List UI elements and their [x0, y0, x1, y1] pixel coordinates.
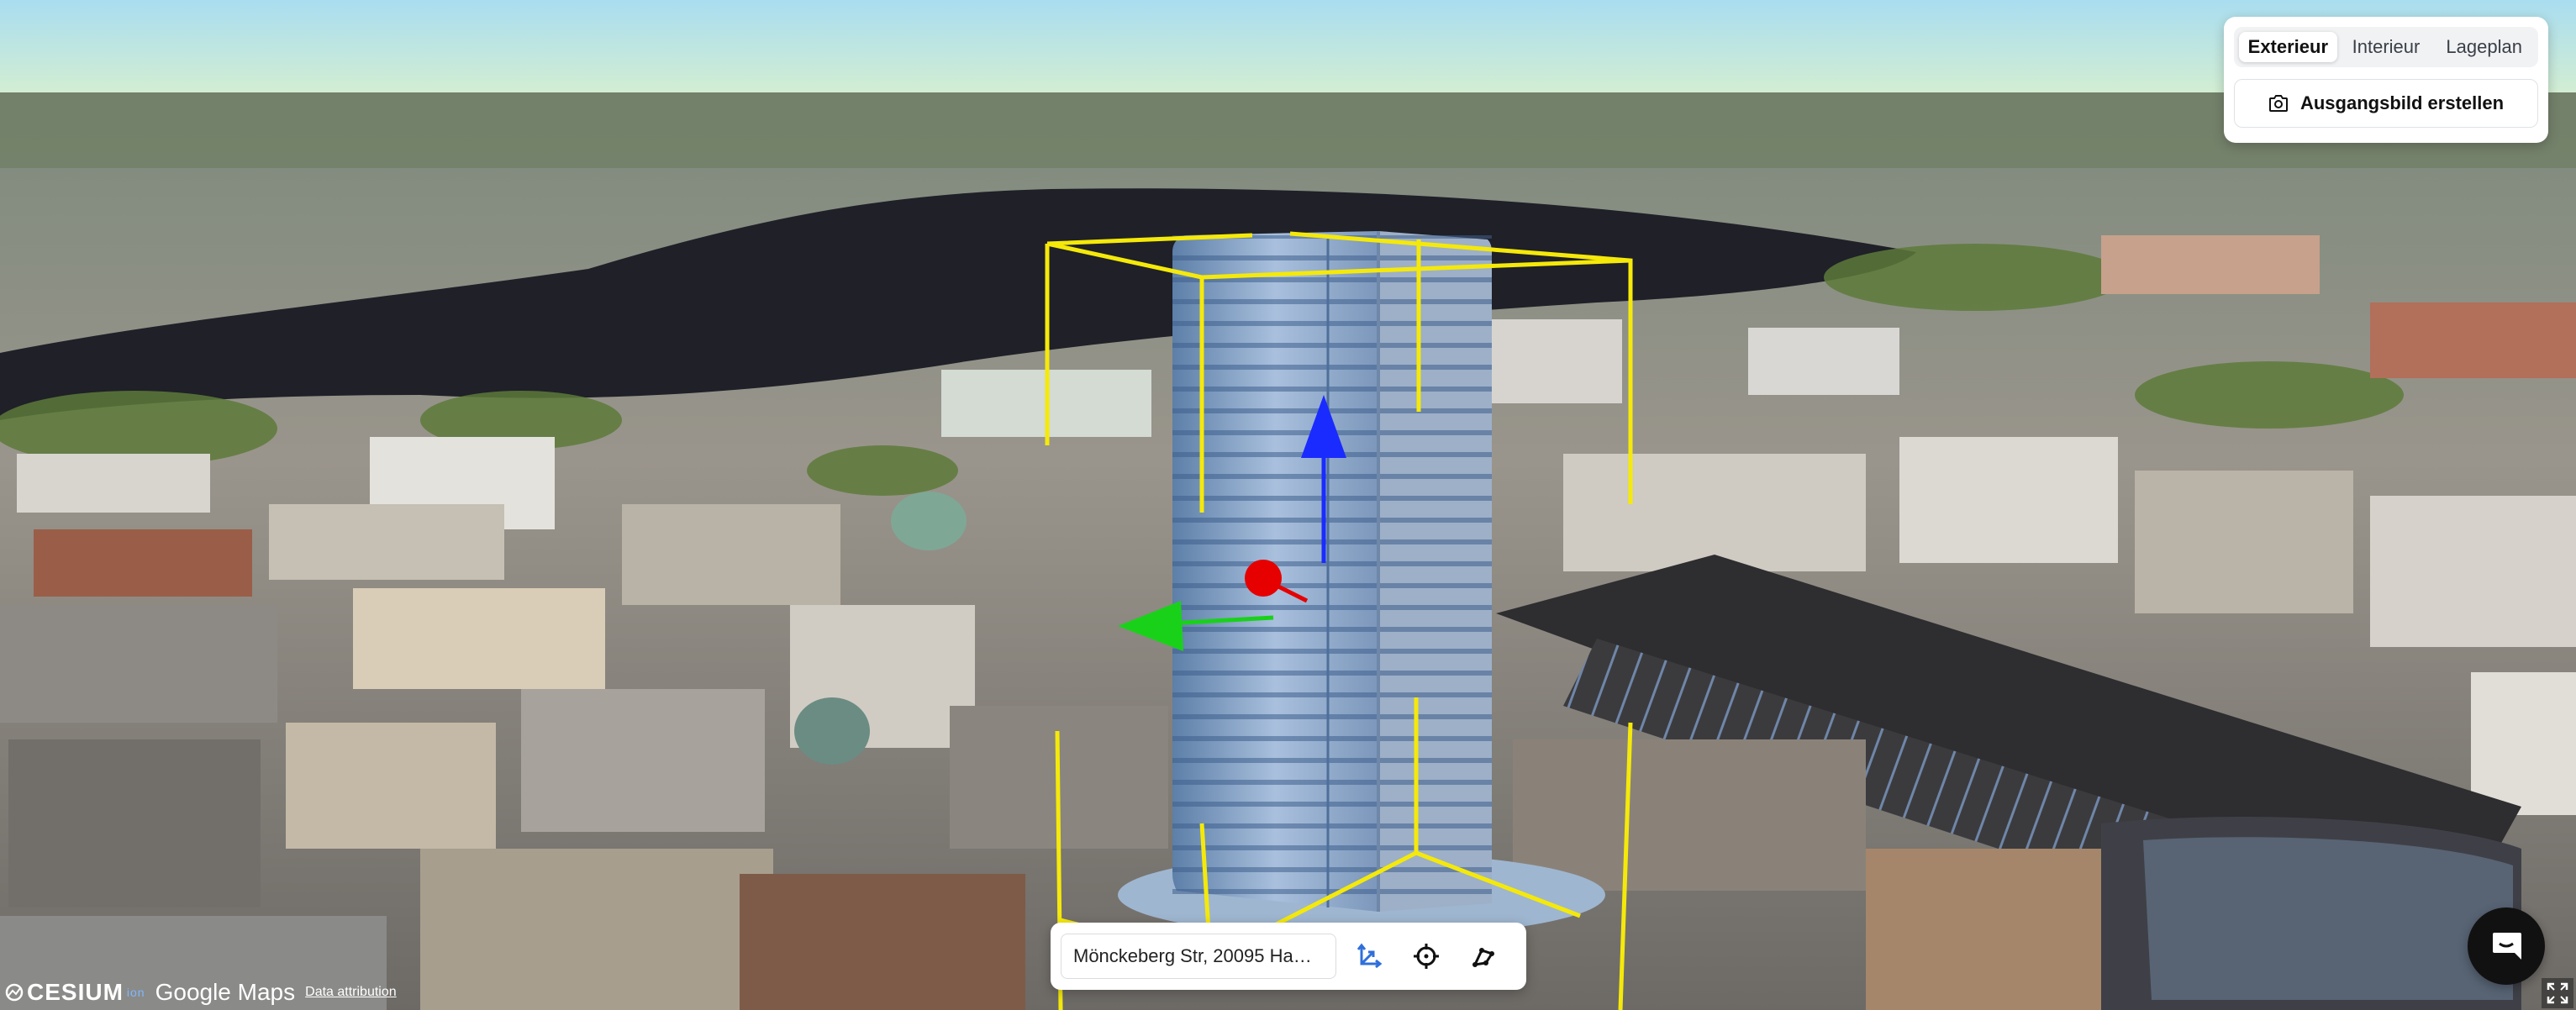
fullscreen-icon	[2547, 982, 2568, 1004]
map-attribution: CESIUM ion Google Maps Data attribution	[5, 979, 397, 1006]
move-axes-icon	[1356, 943, 1383, 969]
view-mode-panel: Exterieur Interieur Lageplan Ausgangsbil…	[2224, 17, 2548, 143]
move-handle[interactable]	[1245, 560, 1282, 597]
edit-vertices-icon	[1472, 948, 1494, 967]
address-text: Mönckeberg Str, 20095 Hamb...	[1073, 945, 1324, 966]
far-treeline	[0, 92, 2576, 168]
bottom-toolbar: Mönckeberg Str, 20095 Hamb...	[1051, 923, 1526, 990]
tab-exterieur[interactable]: Exterieur	[2239, 32, 2337, 62]
map-3d-viewport[interactable]	[0, 0, 2576, 1010]
rotate-icon	[1414, 944, 1439, 969]
sky	[0, 0, 2576, 101]
cesium-ion-text: ion	[126, 986, 145, 999]
tab-lageplan[interactable]: Lageplan	[2435, 32, 2533, 62]
cesium-logo: CESIUM ion	[5, 979, 145, 1006]
google-maps-logo: Google Maps	[155, 979, 296, 1005]
tab-interieur[interactable]: Interieur	[2337, 32, 2436, 62]
chat-button[interactable]	[2468, 907, 2545, 985]
cesium-text: CESIUM	[27, 979, 124, 1005]
cesium-globe-icon	[5, 983, 24, 1002]
data-attribution-link[interactable]: Data attribution	[305, 985, 397, 1000]
vertex-tool-button[interactable]	[1459, 932, 1508, 981]
city-scene[interactable]	[0, 0, 2576, 1010]
camera-icon	[2268, 95, 2288, 112]
view-mode-tabs: Exterieur Interieur Lageplan	[2234, 27, 2538, 67]
address-field[interactable]: Mönckeberg Str, 20095 Hamb...	[1061, 934, 1336, 979]
move-tool-button[interactable]	[1345, 932, 1393, 981]
create-snapshot-label: Ausgangsbild erstellen	[2299, 92, 2505, 113]
rotate-tool-button[interactable]	[1402, 932, 1451, 981]
create-snapshot-button[interactable]: Ausgangsbild erstellen	[2234, 79, 2538, 128]
chat-bubble-icon	[2493, 933, 2521, 960]
fullscreen-button[interactable]	[2542, 978, 2573, 1008]
